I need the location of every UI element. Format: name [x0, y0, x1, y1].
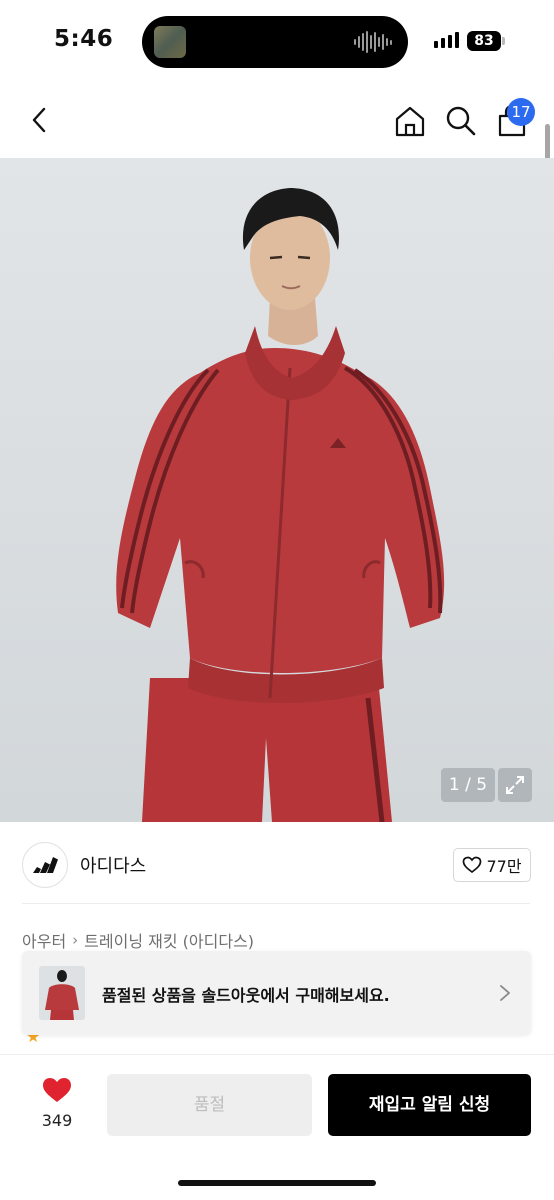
heart-filled-icon	[43, 1078, 71, 1102]
wishlist-button[interactable]: 349	[30, 1075, 84, 1135]
brand-like-button[interactable]: 77만	[453, 848, 531, 882]
status-bar: 5:46 83	[0, 0, 554, 84]
banner-product-thumbnail	[39, 966, 85, 1020]
status-time: 5:46	[54, 26, 114, 52]
home-button[interactable]	[391, 102, 429, 140]
soldout-promo-banner[interactable]: 품절된 상품을 솔드아웃에서 구매해보세요.	[22, 951, 531, 1035]
back-button[interactable]	[22, 102, 58, 138]
adidas-logo-icon	[33, 857, 58, 873]
now-playing-artwork	[154, 26, 186, 58]
section-divider	[22, 903, 530, 904]
brand-logo[interactable]	[22, 842, 68, 888]
back-icon	[32, 107, 46, 133]
expand-image-button[interactable]	[498, 768, 532, 802]
restock-alert-button[interactable]: 재입고 알림 신청	[328, 1074, 531, 1136]
heart-outline-icon	[463, 856, 482, 874]
category-breadcrumb: 아우터 › 트레이닝 재킷 (아디다스)	[22, 928, 254, 952]
banner-text: 품절된 상품을 솔드아웃에서 구매해보세요.	[102, 986, 390, 1005]
brand-name[interactable]: 아디다스	[80, 852, 146, 878]
cellular-signal-icon	[434, 32, 459, 48]
thumbnail-jacket-image	[45, 970, 79, 1020]
search-button[interactable]	[442, 102, 480, 140]
battery-cap	[502, 37, 505, 45]
home-icon	[395, 106, 425, 137]
expand-icon	[506, 776, 524, 794]
home-indicator[interactable]	[178, 1180, 376, 1186]
battery-icon: 83	[467, 31, 501, 51]
star-icon: ★	[26, 1035, 41, 1045]
breadcrumb-subcategory[interactable]: 트레이닝 재킷 (아디다스)	[84, 928, 254, 952]
top-navigation	[0, 84, 554, 158]
dynamic-island	[142, 16, 408, 68]
product-photo-jacket-model	[116, 188, 445, 822]
breadcrumb-chevron-icon: ›	[72, 931, 79, 949]
audio-waveform-icon	[354, 30, 392, 54]
search-icon	[446, 106, 476, 136]
rating-summary: ★	[22, 1035, 162, 1045]
cart-count-badge: 17	[507, 98, 535, 126]
brand-row[interactable]: 아디다스 77만	[0, 836, 554, 894]
breadcrumb-category[interactable]: 아우터	[22, 928, 66, 952]
image-page-counter: 1 / 5	[441, 768, 495, 802]
bottom-action-bar: 349 품절 재입고 알림 신청	[0, 1054, 554, 1200]
wishlist-count: 349	[41, 1111, 73, 1130]
product-image[interactable]	[0, 158, 554, 822]
chevron-right-icon	[500, 985, 510, 1001]
soldout-button: 품절	[107, 1074, 312, 1136]
brand-like-count: 77만	[486, 857, 522, 876]
